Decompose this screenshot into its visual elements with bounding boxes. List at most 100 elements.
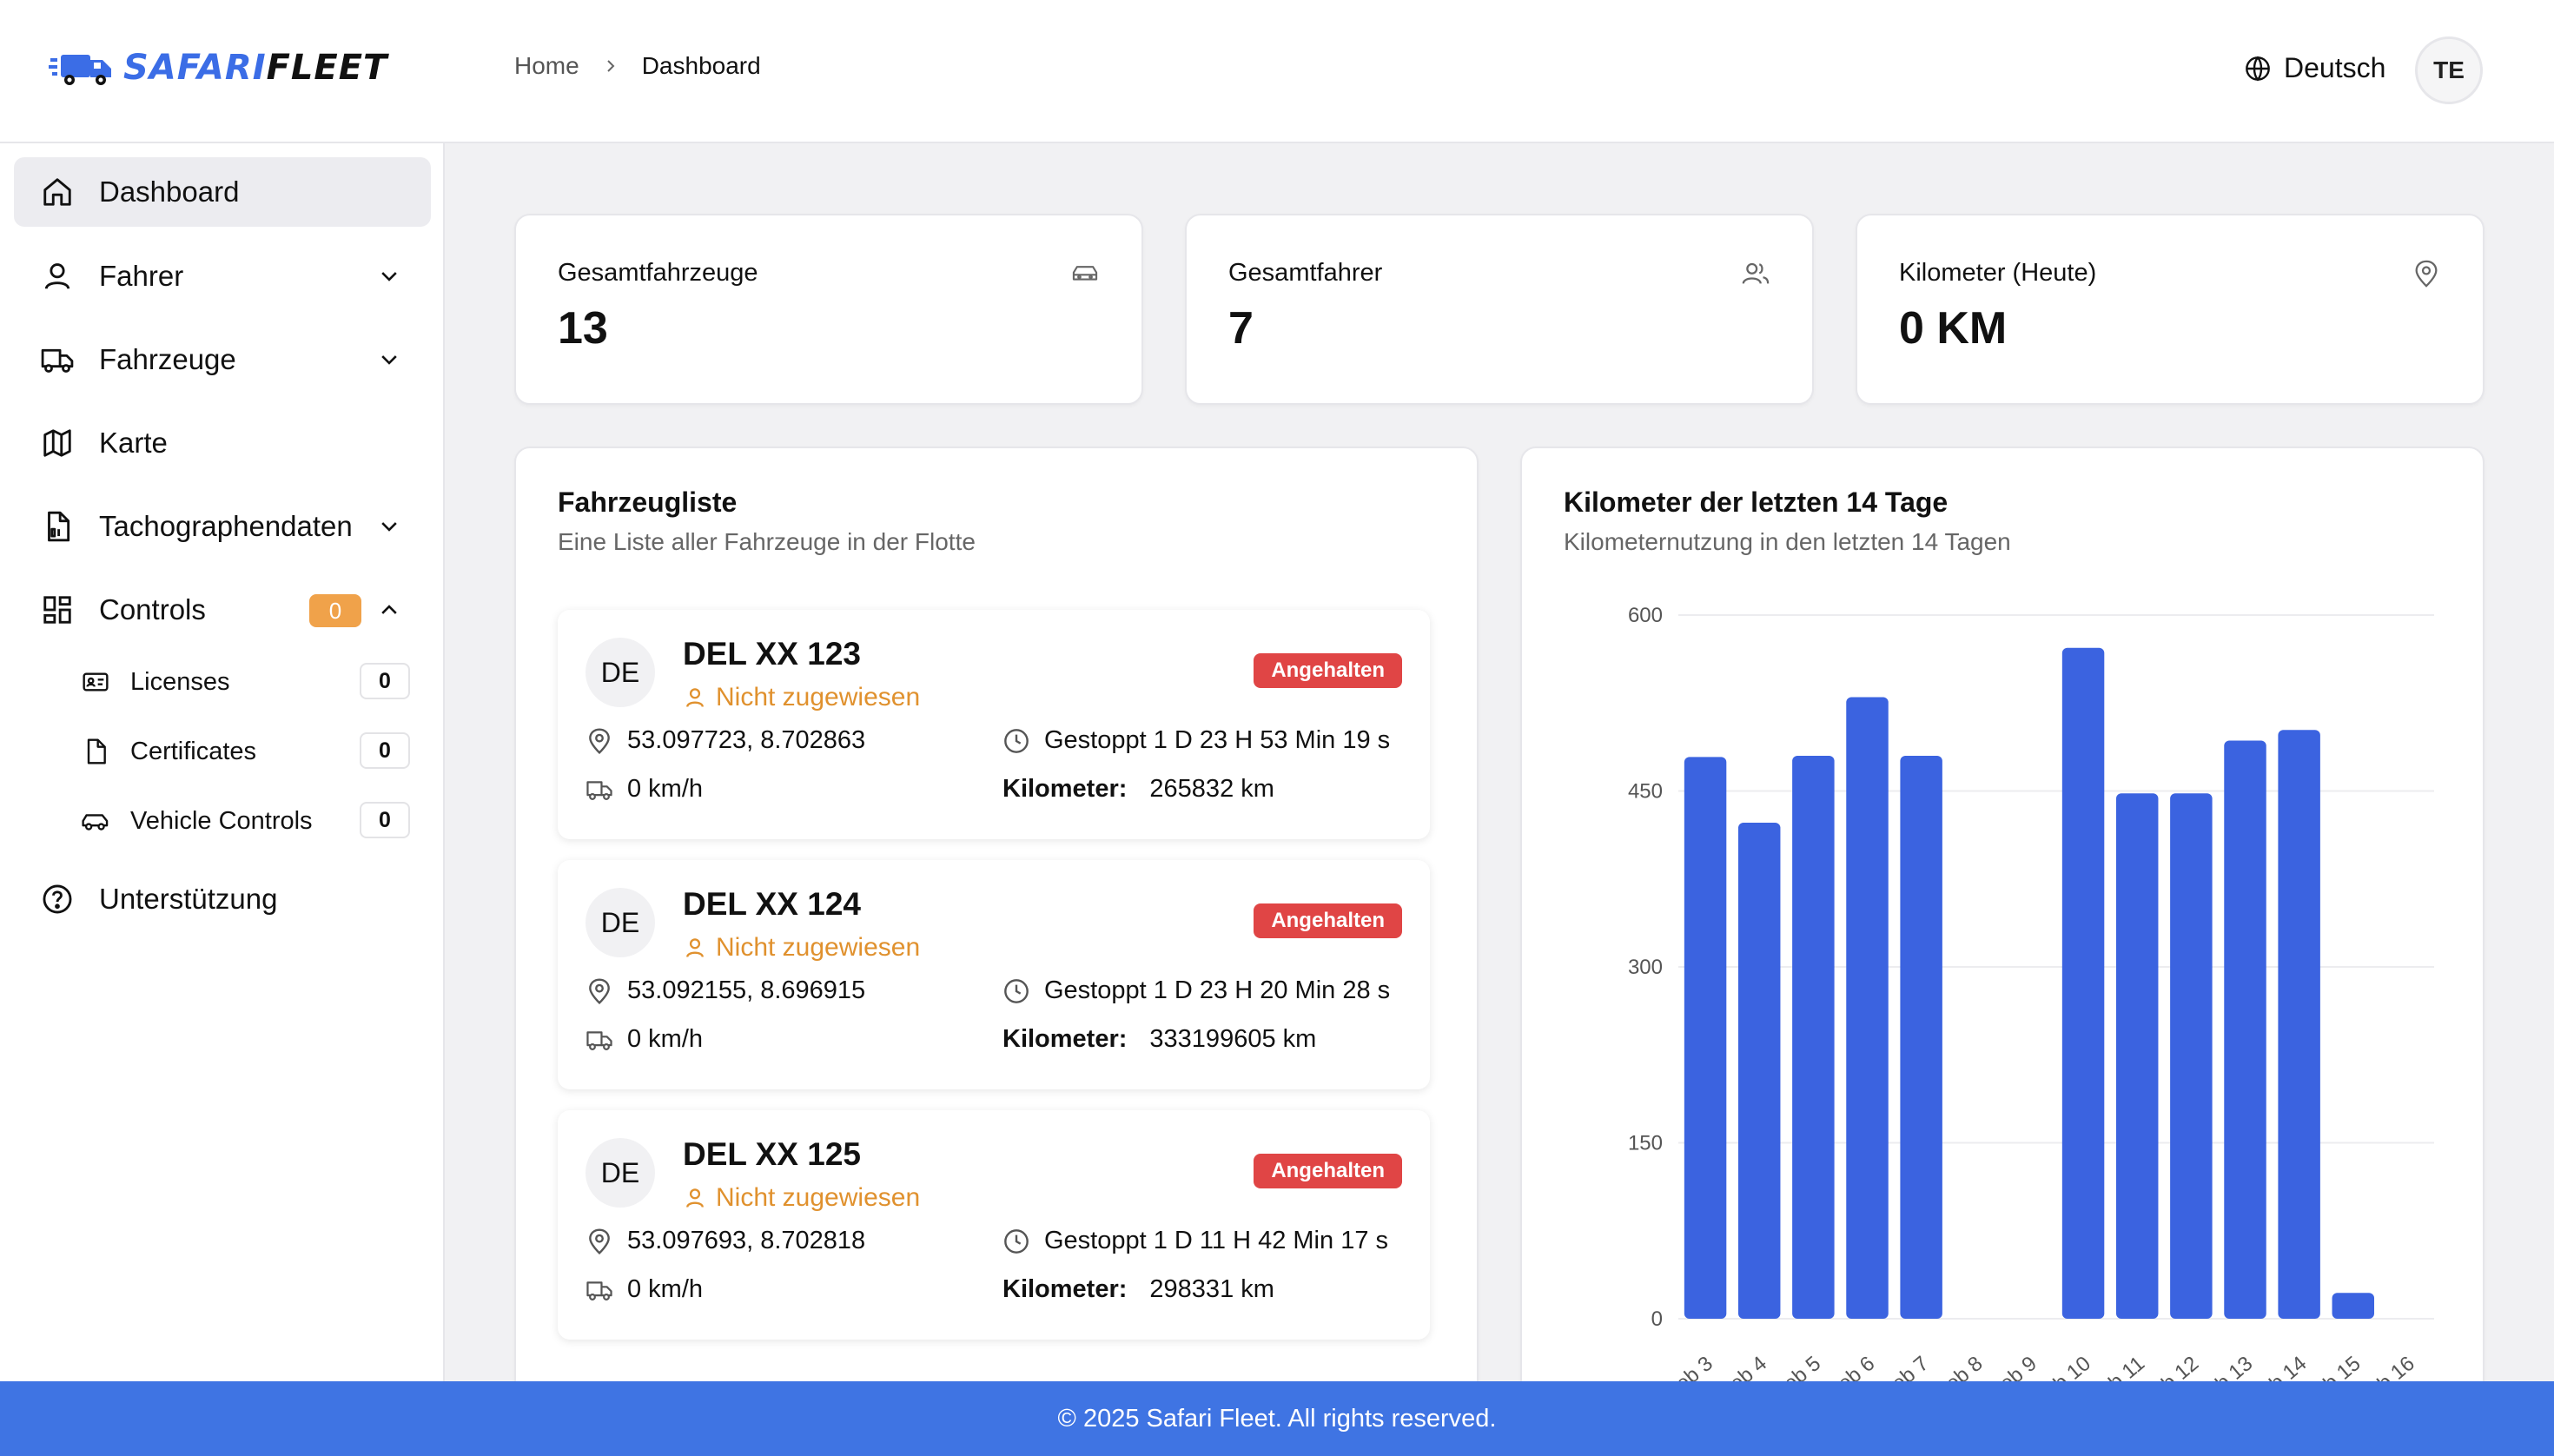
truck-icon — [586, 1030, 612, 1050]
y-tick-label: 450 — [1628, 780, 1663, 804]
vehicle-speed: 0 km/h — [586, 775, 703, 804]
chart-bar[interactable] — [2224, 740, 2266, 1319]
chart-bar[interactable] — [1684, 757, 1727, 1319]
copyright-text: © 2025 Safari Fleet. All rights reserved… — [1057, 1404, 1497, 1433]
panel-title: Fahrzeugliste — [558, 486, 738, 518]
user-icon — [686, 688, 704, 707]
country-avatar: DE — [586, 638, 655, 707]
chart-bar[interactable] — [2115, 793, 2159, 1319]
sidebar-item-label: Unterstützung — [99, 883, 278, 915]
sidebar-item-fahrer[interactable]: Fahrer — [14, 242, 431, 311]
stat-card-drivers: Gesamtfahrer 7 — [1185, 214, 1814, 405]
coordinates: 53.092155, 8.696915 — [627, 976, 866, 1004]
driver-assignment: Nicht zugewiesen — [683, 933, 920, 963]
file-data-icon — [40, 509, 75, 544]
clock-icon — [1004, 1228, 1029, 1254]
stat-card-kilometers: Kilometer (Heute) 0 KM — [1856, 214, 2485, 405]
stat-title: Kilometer (Heute) — [1899, 259, 2097, 287]
status-badge: Angehalten — [1254, 653, 1402, 688]
country-avatar: DE — [586, 1138, 655, 1208]
vehicle-plate: DEL XX 124 — [683, 886, 861, 922]
sidebar-item-karte[interactable]: Karte — [14, 408, 431, 478]
country-avatar: DE — [586, 888, 655, 957]
sidebar-subitem-certificates[interactable]: Certificates 0 — [80, 725, 410, 778]
assignment-label: Nicht zugewiesen — [716, 1183, 921, 1212]
brand-logo[interactable]: SAFARIFLEET — [49, 42, 387, 94]
pin-icon — [589, 1228, 610, 1254]
vehicle-card[interactable]: DE DEL XX 125 Nicht zugewiesen Angehalte… — [558, 1110, 1430, 1340]
vehicle-location: 53.097693, 8.702818 — [586, 1227, 865, 1255]
chart-bar[interactable] — [2061, 647, 2105, 1319]
chart-bar[interactable] — [1737, 822, 1781, 1319]
help-icon — [40, 882, 75, 917]
stat-title: Gesamtfahrer — [1228, 259, 1383, 287]
stopped-duration: Gestoppt 1 D 11 H 42 Min 17 s — [1044, 1227, 1389, 1254]
sidebar-item-unterstuetzung[interactable]: Unterstützung — [14, 864, 431, 934]
pin-icon — [589, 977, 610, 1004]
sidebar-item-label: Dashboard — [99, 175, 240, 208]
home-icon — [40, 175, 75, 209]
sidebar-subitem-licenses[interactable]: Licenses 0 — [80, 656, 410, 708]
chevron-down-icon[interactable] — [374, 261, 405, 292]
chart-bar[interactable] — [2278, 730, 2320, 1319]
sidebar-item-dashboard[interactable]: Dashboard — [14, 157, 431, 227]
sidebar-item-tachographendaten[interactable]: Tachographendaten — [14, 492, 431, 561]
speed-value: 0 km/h — [627, 1025, 704, 1053]
stat-value: 13 — [558, 303, 608, 354]
km-chart-panel: Kilometer der letzten 14 Tage Kilometern… — [1520, 447, 2485, 1420]
vehicle-speed: 0 km/h — [586, 1275, 703, 1304]
vehicle-controls-count: 0 — [360, 802, 410, 838]
breadcrumb-home-link[interactable]: Home — [514, 52, 579, 80]
sidebar-item-label: Controls — [99, 593, 206, 625]
top-header: SAFARIFLEET Home Dashboard Deutsch TE — [0, 0, 2554, 143]
odometer-label: Kilometer: — [1002, 1025, 1128, 1053]
status-badge: Angehalten — [1254, 1154, 1402, 1188]
chart-bar[interactable] — [2332, 1293, 2375, 1319]
chevron-down-icon[interactable] — [374, 344, 405, 375]
stopped-duration: Gestoppt 1 D 23 H 53 Min 19 s — [1044, 726, 1391, 754]
driver-assignment: Nicht zugewiesen — [683, 683, 920, 712]
chart-bar[interactable] — [1900, 756, 1942, 1319]
document-icon — [80, 736, 111, 767]
breadcrumb-current: Dashboard — [641, 52, 761, 79]
map-icon — [40, 426, 75, 460]
sub-item-label: Vehicle Controls — [130, 806, 313, 835]
vehicle-stopped-time: Gestoppt 1 D 23 H 53 Min 19 s — [1002, 726, 1390, 755]
y-tick-label: 150 — [1628, 1132, 1663, 1155]
car-icon — [80, 805, 111, 837]
truck-logo-icon — [49, 55, 111, 85]
y-tick-label: 300 — [1628, 956, 1663, 979]
footer: © 2025 Safari Fleet. All rights reserved… — [0, 1381, 2554, 1456]
chevron-right-icon — [606, 60, 615, 72]
vehicle-card[interactable]: DE DEL XX 123 Nicht zugewiesen Angehalte… — [558, 610, 1430, 839]
stat-title: Gesamtfahrzeuge — [558, 259, 758, 287]
vehicle-stopped-time: Gestoppt 1 D 23 H 20 Min 28 s — [1002, 976, 1390, 1005]
chart-bar[interactable] — [1846, 697, 1889, 1320]
chevron-down-icon[interactable] — [374, 511, 405, 542]
certificates-count: 0 — [360, 732, 410, 769]
user-avatar[interactable]: TE — [2415, 36, 2483, 104]
vehicle-card[interactable]: DE DEL XX 124 Nicht zugewiesen Angehalte… — [558, 860, 1430, 1089]
sidebar: Dashboard Fahrer Fahrzeuge Karte Tachogr… — [0, 143, 445, 1381]
vehicle-stopped-time: Gestoppt 1 D 11 H 42 Min 17 s — [1002, 1227, 1388, 1255]
odometer-label: Kilometer: — [1002, 1275, 1128, 1303]
chart-bar[interactable] — [1792, 756, 1835, 1319]
vehicle-odometer: Kilometer: 333199605 km — [1002, 1025, 1316, 1054]
truck-icon — [586, 1281, 612, 1300]
y-tick-label: 0 — [1651, 1307, 1663, 1331]
stat-value: 0 KM — [1899, 303, 2008, 354]
chevron-up-icon[interactable] — [374, 594, 405, 625]
sidebar-item-label: Fahrzeuge — [99, 343, 236, 375]
driver-assignment: Nicht zugewiesen — [683, 1183, 920, 1213]
sidebar-item-controls[interactable]: Controls 0 — [14, 575, 431, 645]
truck-icon — [40, 342, 75, 377]
chart-bar[interactable] — [2170, 793, 2213, 1319]
language-switcher[interactable]: Deutsch — [2244, 52, 2385, 84]
stopped-duration: Gestoppt 1 D 23 H 20 Min 28 s — [1044, 976, 1391, 1004]
user-icon — [686, 1188, 704, 1208]
globe-icon — [2246, 56, 2270, 81]
sidebar-subitem-vehicle-controls[interactable]: Vehicle Controls 0 — [80, 795, 410, 847]
user-icon — [40, 259, 75, 294]
vehicle-location: 53.092155, 8.696915 — [586, 976, 865, 1005]
sidebar-item-fahrzeuge[interactable]: Fahrzeuge — [14, 325, 431, 394]
